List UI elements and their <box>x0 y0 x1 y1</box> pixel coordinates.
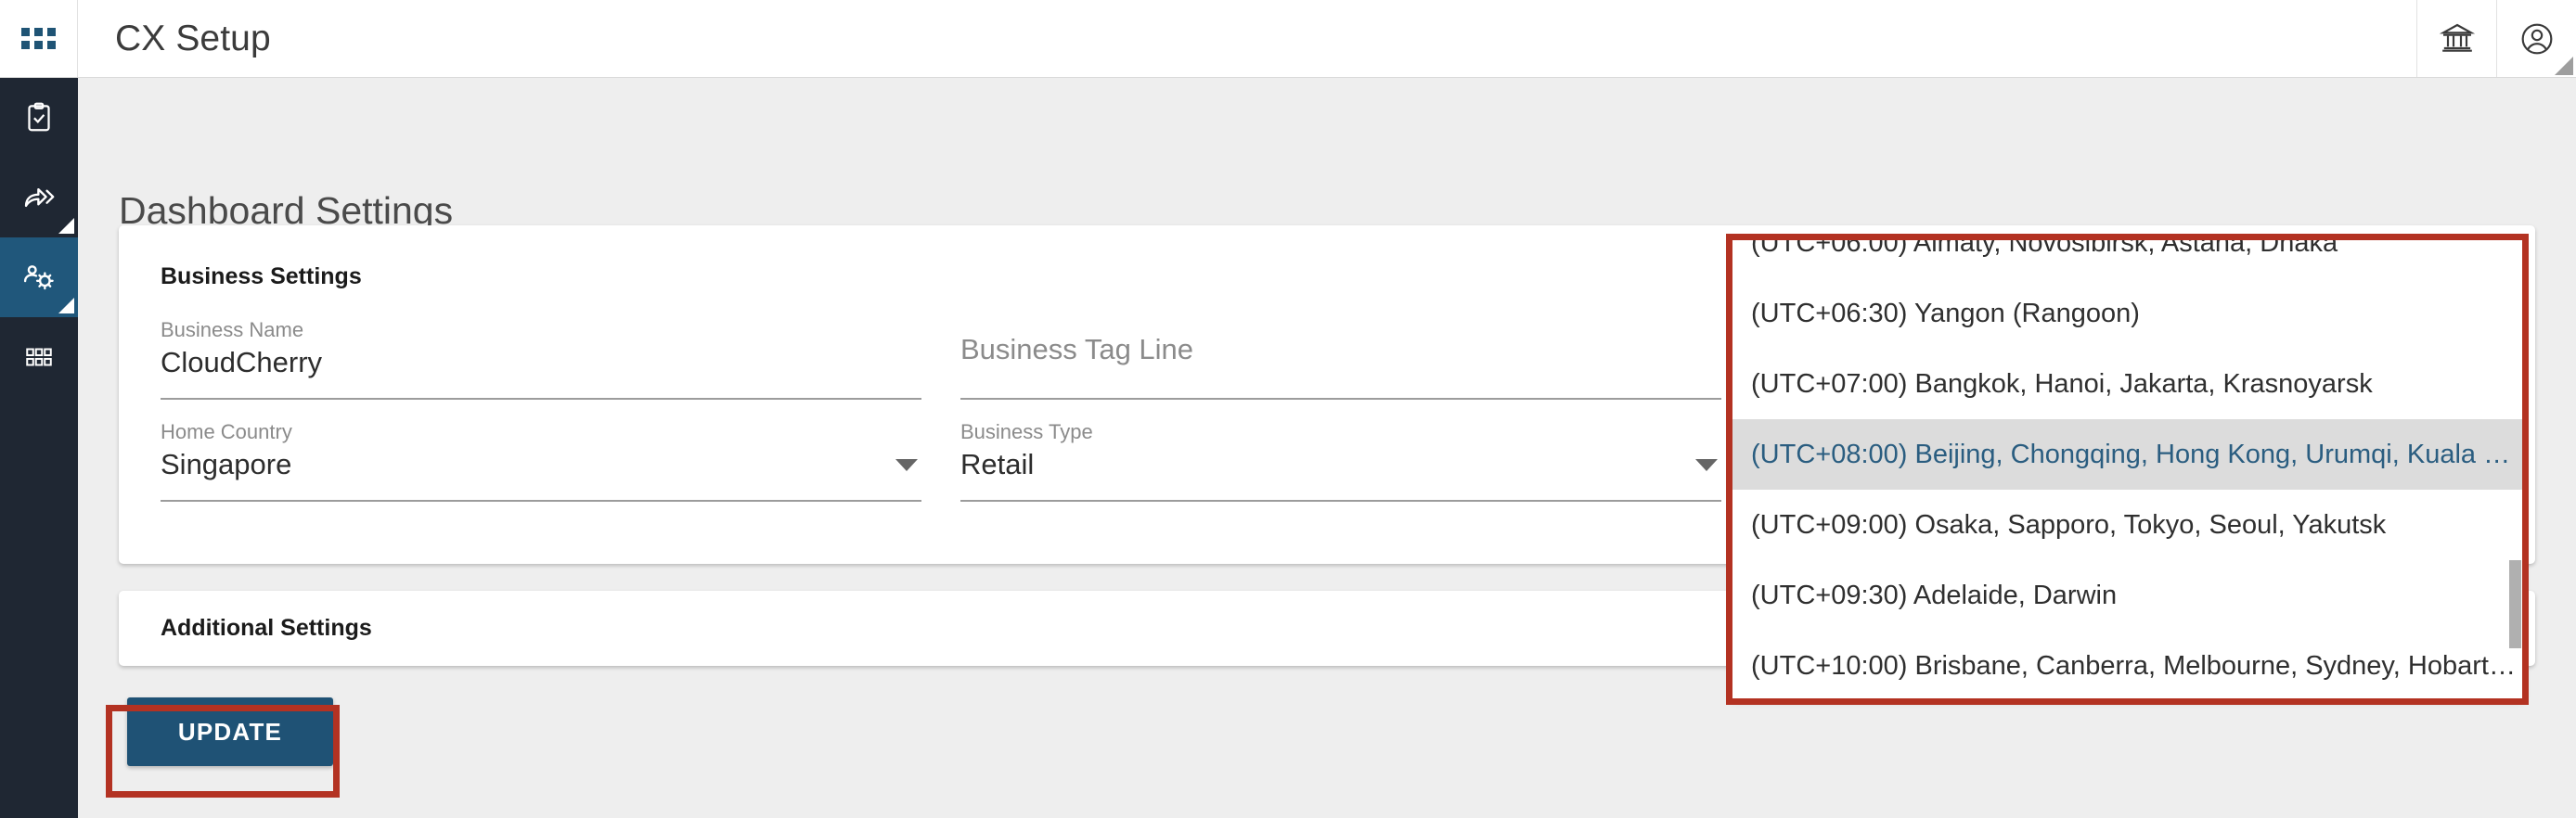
clipboard-check-icon <box>22 101 56 134</box>
business-tagline-placeholder: Business Tag Line <box>960 333 1194 365</box>
dropdown-scrollbar-thumb[interactable] <box>2509 560 2521 648</box>
business-type-underline <box>960 500 1721 502</box>
home-country-chevron-down-icon[interactable] <box>895 459 918 471</box>
timezone-option[interactable]: (UTC+10:00) Brisbane, Canberra, Melbourn… <box>1732 631 2522 698</box>
dropdown-scrollbar[interactable] <box>2509 240 2522 698</box>
business-tagline-underline <box>960 398 1721 400</box>
timezone-option-list: (UTC+06:00) Almaty, Novosibirsk, Astana,… <box>1732 240 2522 698</box>
update-button[interactable]: UPDATE <box>127 697 333 766</box>
users-gear-icon <box>21 260 57 295</box>
account-button[interactable] <box>2496 0 2576 77</box>
business-name-label: Business Name <box>161 318 304 341</box>
business-type-value: Retail <box>960 448 1035 480</box>
top-bar: CX Setup <box>0 0 2576 78</box>
home-country-label: Home Country <box>161 420 292 443</box>
timezone-option[interactable]: (UTC+06:30) Yangon (Rangoon) <box>1732 278 2522 349</box>
timezone-option[interactable]: (UTC+08:00) Beijing, Chongqing, Hong Kon… <box>1732 419 2522 490</box>
sidebar-item-dispatch[interactable] <box>0 158 78 237</box>
business-tagline-field[interactable]: Business Tag Line <box>960 318 1721 400</box>
business-type-label: Business Type <box>960 420 1093 443</box>
sidebar-item-modules[interactable] <box>0 317 78 397</box>
grid-apps-icon <box>21 28 56 49</box>
timezone-option[interactable]: (UTC+09:00) Osaka, Sapporo, Tokyo, Seoul… <box>1732 490 2522 560</box>
business-settings-heading: Business Settings <box>161 263 362 289</box>
page-header-title: CX Setup <box>115 18 271 58</box>
home-country-value: Singapore <box>161 448 292 480</box>
sidebar-item-settings[interactable] <box>0 237 78 317</box>
sidebar-settings-corner-marker-icon <box>58 298 74 313</box>
home-country-underline <box>161 500 921 502</box>
sidebar <box>0 78 78 818</box>
additional-settings-heading: Additional Settings <box>161 615 372 641</box>
user-account-icon <box>2518 20 2556 58</box>
home-country-field[interactable]: Home Country Singapore <box>161 420 921 502</box>
business-type-chevron-down-icon[interactable] <box>1695 459 1718 471</box>
app-root: CX Setup Dashboard Settings Business Set… <box>0 0 2576 818</box>
institution-button[interactable] <box>2416 0 2496 77</box>
business-name-value: CloudCherry <box>161 346 323 378</box>
account-corner-marker-icon <box>2555 57 2573 75</box>
timezone-option[interactable]: (UTC+07:00) Bangkok, Hanoi, Jakarta, Kra… <box>1732 349 2522 419</box>
business-type-field[interactable]: Business Type Retail <box>960 420 1721 502</box>
business-name-underline <box>161 398 921 400</box>
timezone-dropdown-list[interactable]: (UTC+06:00) Almaty, Novosibirsk, Astana,… <box>1732 240 2522 698</box>
sidebar-dispatch-corner-marker-icon <box>58 218 74 234</box>
sidebar-item-surveys[interactable] <box>0 78 78 158</box>
grid-modules-icon <box>23 341 55 373</box>
app-launcher-button[interactable] <box>0 0 78 77</box>
timezone-option[interactable]: (UTC+09:30) Adelaide, Darwin <box>1732 560 2522 631</box>
bank-institution-icon <box>2439 20 2476 58</box>
timezone-option[interactable]: (UTC+06:00) Almaty, Novosibirsk, Astana,… <box>1732 240 2522 278</box>
business-name-field[interactable]: Business Name CloudCherry <box>161 318 921 400</box>
share-forward-icon <box>21 180 57 215</box>
